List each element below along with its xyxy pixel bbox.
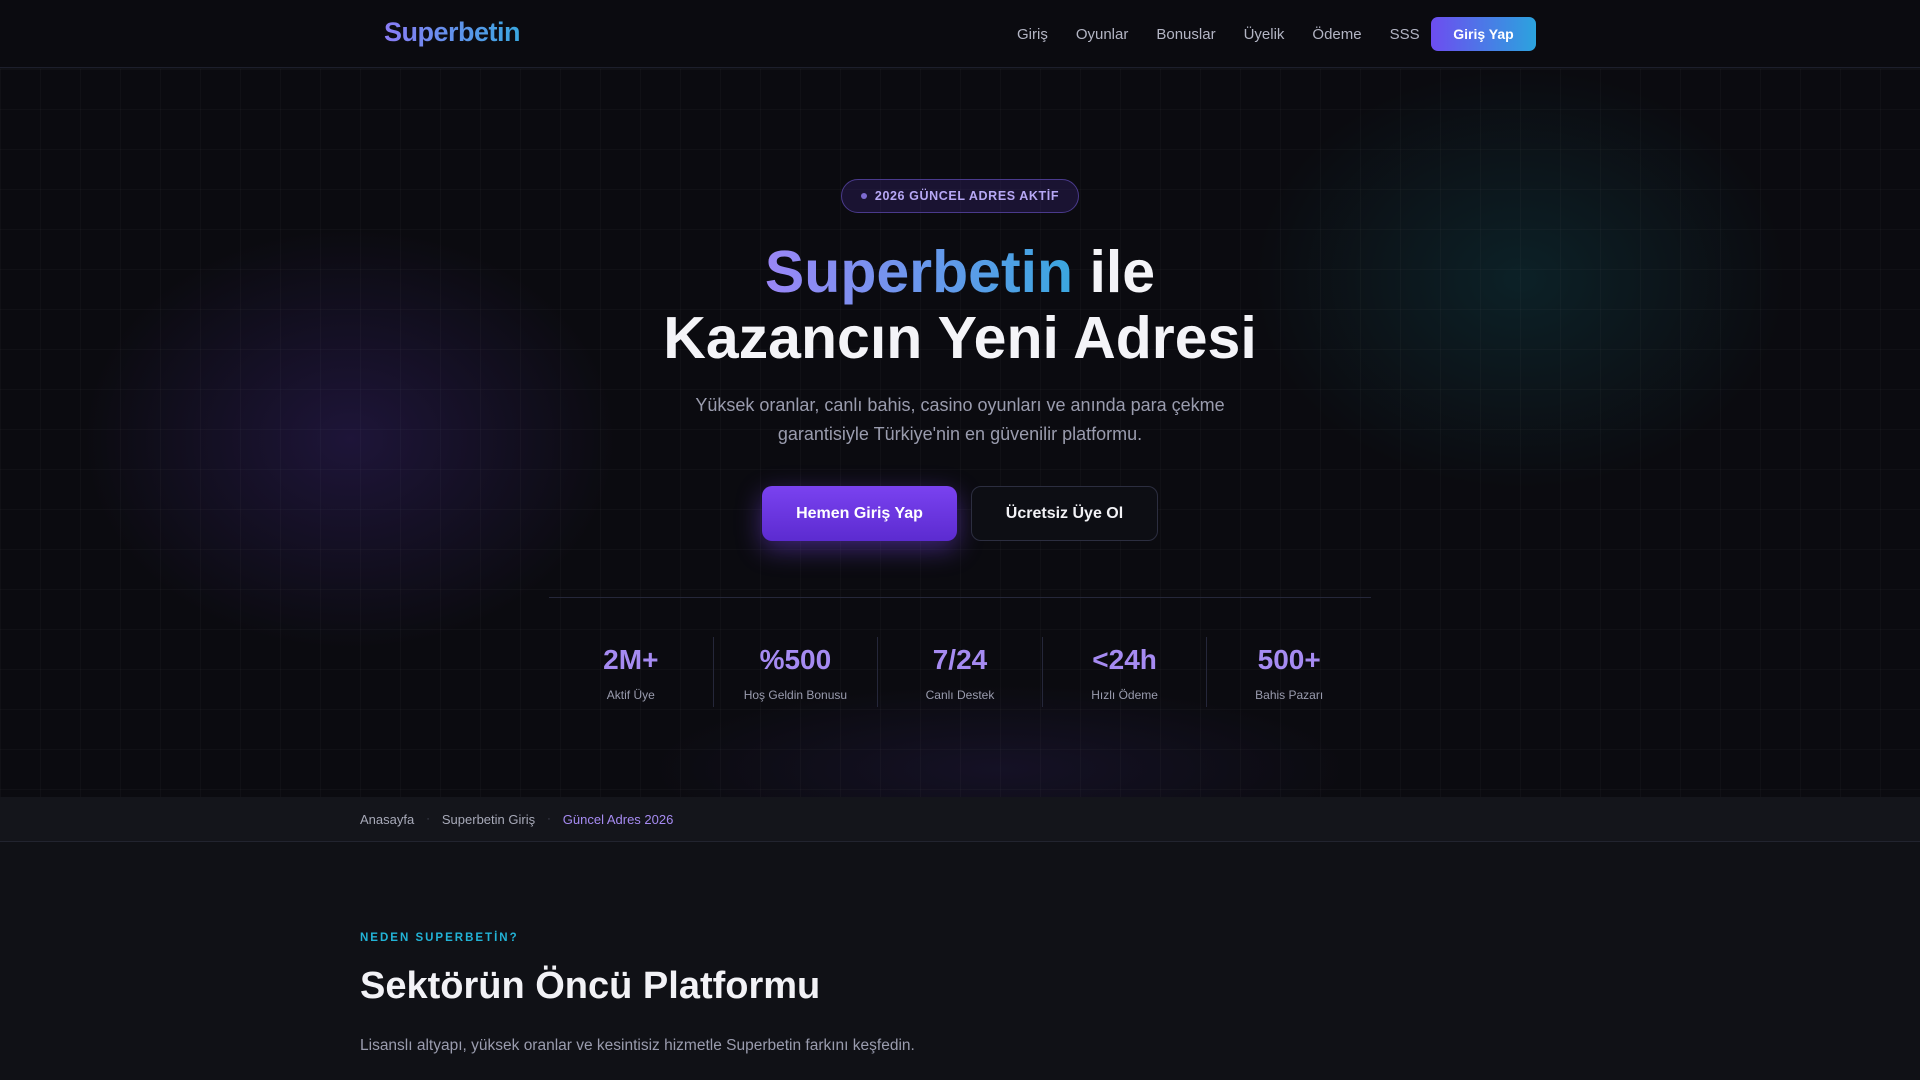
login-now-button[interactable]: Hemen Giriş Yap [762, 486, 957, 541]
nav-link-sss[interactable]: SSS [1390, 26, 1420, 43]
stat-label: Canlı Destek [925, 688, 995, 702]
section-description: Lisanslı altyapı, yüksek oranlar ve kesi… [360, 1037, 915, 1054]
nav-link-uyelik[interactable]: Üyelik [1244, 26, 1285, 43]
nav-links: Giriş Oyunlar Bonuslar Üyelik Ödeme SSS [1017, 0, 1448, 68]
site-logo[interactable]: Superbetin [384, 17, 521, 48]
hero-title-line1-rest: ile [1073, 239, 1156, 305]
stat-value: 7/24 [932, 644, 988, 675]
nav-login-button[interactable]: Giriş Yap [1431, 17, 1536, 51]
stats-row: 2M+ Aktif Üye %500 Hoş Geldin Bonusu 7/2… [549, 637, 1371, 707]
section-eyebrow: NEDEN SUPERBETİN? [360, 932, 519, 944]
stat-item: 7/24 Canlı Destek [878, 637, 1043, 707]
badge-dot-icon [860, 193, 867, 199]
section-title: Sektörün Öncü Platformu [360, 965, 821, 1007]
stat-label: Aktif Üye [606, 688, 655, 702]
stat-value: 500+ [1257, 644, 1321, 675]
badge-label: 2026 GÜNCEL ADRES AKTİF [874, 189, 1060, 203]
stat-label: Hızlı Ödeme [1091, 688, 1158, 702]
top-navbar: Superbetin Giriş Oyunlar Bonuslar Üyelik… [0, 0, 1920, 68]
hero-subtitle: Yüksek oranlar, canlı bahis, casino oyun… [695, 395, 1225, 444]
nav-link-bonuslar[interactable]: Bonuslar [1156, 26, 1215, 43]
stat-item: 2M+ Aktif Üye [549, 637, 714, 707]
nav-link-odeme[interactable]: Ödeme [1312, 26, 1361, 43]
stat-item: <24h Hızlı Ödeme [1043, 637, 1208, 707]
status-badge: 2026 GÜNCEL ADRES AKTİF [841, 179, 1079, 213]
stat-value: %500 [759, 644, 832, 675]
stat-label: Hoş Geldin Bonusu [743, 688, 848, 702]
breadcrumb-home[interactable]: Anasayfa [360, 812, 414, 827]
breadcrumb-current: Güncel Adres 2026 [562, 811, 674, 827]
free-signup-button[interactable]: Ücretsiz Üye Ol [971, 486, 1158, 541]
hero-title: Superbetin ile Kazancın Yeni Adresi [0, 239, 1920, 371]
hero-title-line2: Kazancın Yeni Adresi [663, 305, 1257, 371]
breadcrumb-separator: · [426, 813, 430, 825]
nav-link-giris[interactable]: Giriş [1017, 26, 1048, 43]
stat-value: 2M+ [603, 644, 659, 675]
hero-divider [549, 597, 1371, 598]
breadcrumb-login[interactable]: Superbetin Giriş [442, 812, 535, 827]
hero-section: 2026 GÜNCEL ADRES AKTİF Superbetin ile K… [0, 69, 1920, 797]
breadcrumb: Anasayfa · Superbetin Giriş · Güncel Adr… [0, 797, 1920, 842]
stat-item: 500+ Bahis Pazarı [1207, 637, 1371, 707]
nav-link-oyunlar[interactable]: Oyunlar [1076, 26, 1129, 43]
stat-item: %500 Hoş Geldin Bonusu [714, 637, 879, 707]
stat-value: <24h [1092, 644, 1157, 675]
stat-label: Bahis Pazarı [1255, 688, 1324, 702]
breadcrumb-separator: · [547, 813, 551, 825]
hero-title-highlight: Superbetin [764, 239, 1074, 305]
